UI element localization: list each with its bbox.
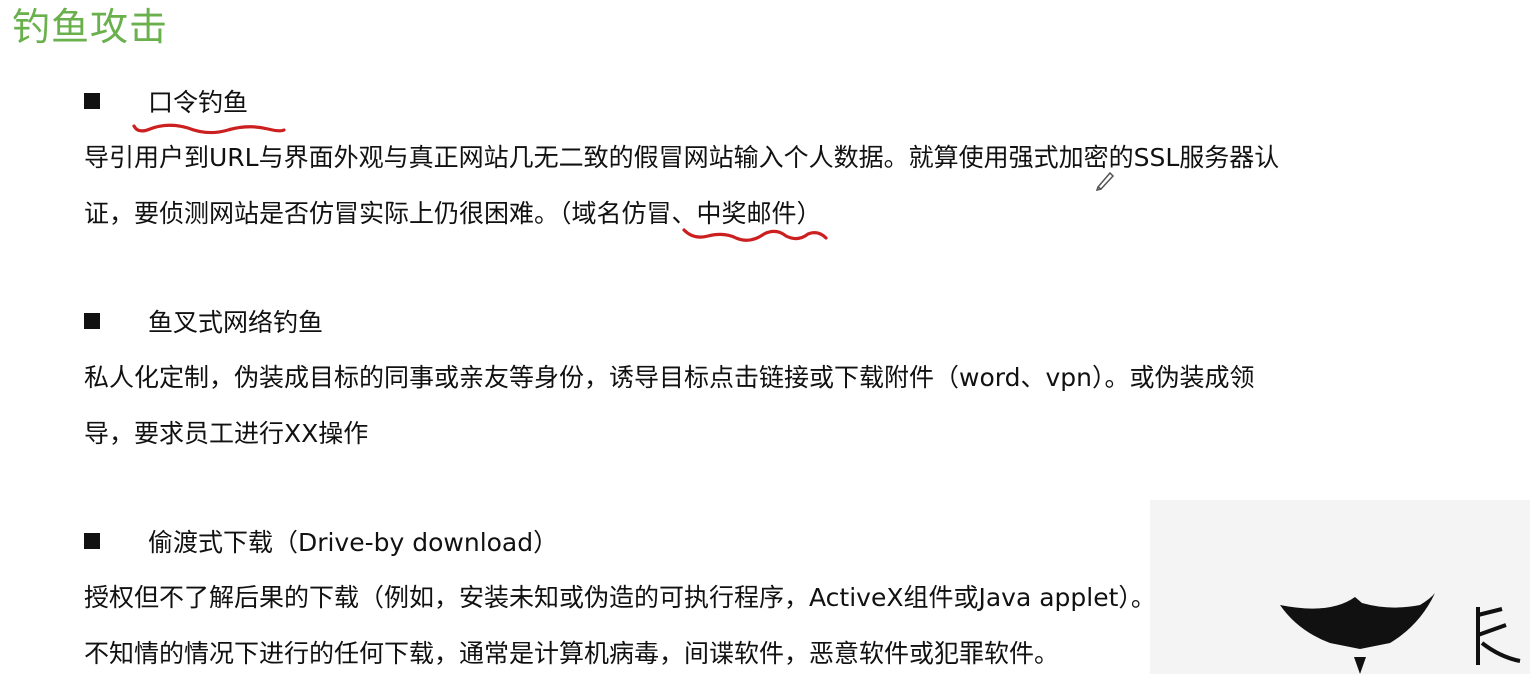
body-line: 证，要侦测网站是否仿冒实际上仍很困难。（域名仿冒、中奖邮件） (84, 199, 822, 228)
section-heading: 口令钓鱼 (84, 80, 1524, 124)
section-heading-text: 口令钓鱼 (147, 88, 248, 117)
bullet-square-icon (84, 533, 100, 549)
body-line: 私人化定制，伪装成目标的同事或亲友等身份，诱导目标点击链接或下载附件（word、… (84, 363, 1255, 392)
section-password-phishing: 口令钓鱼 导引用户到URL与界面外观与真正网站几无二致的假冒网站输入个人数据。就… (84, 80, 1524, 242)
pen-cursor-icon (1095, 171, 1115, 191)
section-body: 私人化定制，伪装成目标的同事或亲友等身份，诱导目标点击链接或下载附件（word、… (84, 350, 1524, 462)
body-line: 导引用户到URL与界面外观与真正网站几无二致的假冒网站输入个人数据。就算使用强式… (84, 143, 1280, 172)
section-body: 导引用户到URL与界面外观与真正网站几无二致的假冒网站输入个人数据。就算使用强式… (84, 130, 1524, 242)
section-heading-text: 偷渡式下载（Drive-by download） (147, 528, 559, 557)
section-spear-phishing: 鱼叉式网络钓鱼 私人化定制，伪装成目标的同事或亲友等身份，诱导目标点击链接或下载… (84, 300, 1524, 462)
bullet-square-icon (84, 313, 100, 329)
section-heading: 偷渡式下载（Drive-by download） (84, 520, 1524, 564)
section-heading-text: 鱼叉式网络钓鱼 (147, 308, 323, 337)
body-line: 导，要求员工进行XX操作 (84, 419, 369, 448)
section-heading: 鱼叉式网络钓鱼 (84, 300, 1524, 344)
page-title: 钓鱼攻击 (12, 5, 169, 49)
logo-mark (1280, 593, 1521, 674)
bullet-square-icon (84, 93, 100, 109)
